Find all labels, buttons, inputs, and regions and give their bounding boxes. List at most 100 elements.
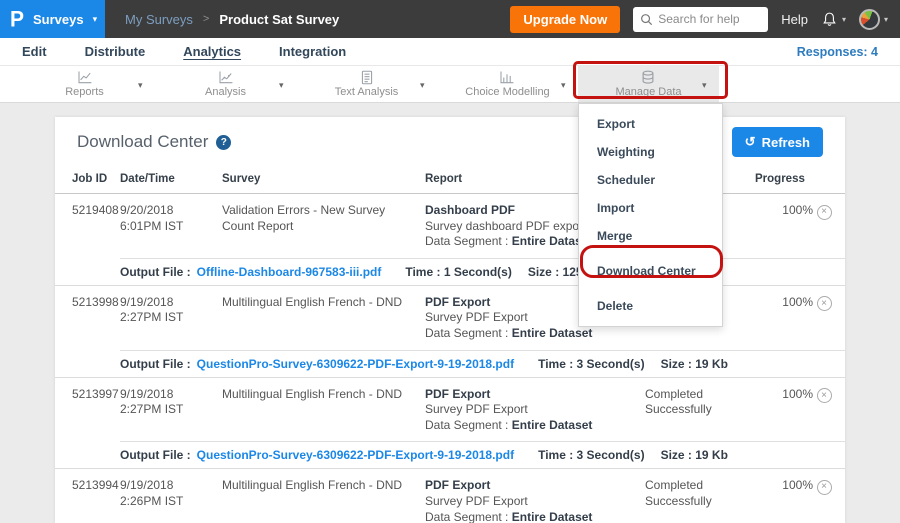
cancel-job-icon[interactable]: × [817, 480, 832, 495]
tab-edit[interactable]: Edit [22, 44, 47, 59]
job-report: PDF Export Survey PDF Export Data Segmen… [425, 478, 645, 523]
analysis-button[interactable]: Analysis ▾ [155, 66, 296, 102]
manage-data-button[interactable]: Manage Data ▾ [578, 66, 719, 102]
job-time: Time : 3 Second(s) [538, 357, 644, 371]
menu-item-import[interactable]: Import [579, 194, 722, 222]
chevron-down-icon[interactable]: ▾ [138, 80, 143, 91]
job-progress: 100% [755, 203, 813, 250]
breadcrumb: My Surveys > Product Sat Survey [125, 12, 339, 27]
job-id: 5219408 [72, 203, 120, 250]
chevron-down-icon[interactable]: ▾ [702, 80, 707, 91]
job-id: 5213998 [72, 295, 120, 342]
table-row: 5219408 9/20/2018 6:01PM IST Validation … [55, 194, 845, 286]
surveys-menu-button[interactable]: P Surveys ▾ [0, 0, 105, 38]
breadcrumb-separator: > [203, 13, 209, 25]
job-report: PDF Export Survey PDF Export Data Segmen… [425, 387, 645, 434]
search-input[interactable] [658, 12, 761, 26]
table-row: 5213994 9/19/2018 2:26PM IST Multilingua… [55, 469, 845, 523]
job-progress: 100% [755, 478, 813, 523]
header-actions: Upgrade Now Help ▾ ▾ [510, 6, 900, 33]
job-id: 5213994 [72, 478, 120, 523]
breadcrumb-my-surveys[interactable]: My Surveys [125, 12, 193, 27]
output-file-label: Output File : [120, 357, 191, 371]
page-title: Download Center [77, 132, 208, 152]
output-file-row: Output File : QuestionPro-Survey-6309622… [120, 350, 845, 377]
manage-data-dropdown: Export Weighting Scheduler Import Merge … [578, 103, 723, 327]
document-icon [360, 70, 374, 85]
job-date: 9/19/2018 2:27PM IST [120, 295, 222, 342]
refresh-icon: ↺ [745, 134, 756, 150]
app-window: P Surveys ▾ My Surveys > Product Sat Sur… [0, 0, 900, 523]
responses-count: Responses: 4 [797, 45, 878, 59]
reports-button[interactable]: Reports ▾ [14, 66, 155, 102]
table-row: 5213997 9/19/2018 2:27PM IST Multilingua… [55, 378, 845, 470]
tab-distribute[interactable]: Distribute [85, 44, 146, 59]
menu-item-delete[interactable]: Delete [579, 292, 722, 320]
refresh-button[interactable]: ↺ Refresh [732, 127, 823, 157]
output-file-row: Output File : Offline-Dashboard-967583-i… [120, 258, 845, 285]
menu-item-weighting[interactable]: Weighting [579, 138, 722, 166]
col-header-job-id: Job ID [72, 173, 120, 185]
output-file-link[interactable]: Offline-Dashboard-967583-iii.pdf [197, 265, 382, 279]
help-search[interactable] [633, 7, 768, 32]
job-survey: Multilingual English French - DND [222, 295, 425, 342]
account-menu-button[interactable]: ▾ [859, 9, 888, 30]
job-id: 5213997 [72, 387, 120, 434]
line-chart-icon [77, 70, 93, 85]
help-icon[interactable]: ? [216, 135, 231, 150]
table-row: 5213998 9/19/2018 2:27PM IST Multilingua… [55, 286, 845, 378]
menu-item-download-center[interactable]: Download Center [579, 257, 722, 285]
bar-chart-icon [499, 70, 515, 85]
job-time: Time : 3 Second(s) [538, 448, 644, 462]
cancel-job-icon[interactable]: × [817, 296, 832, 311]
menu-item-export[interactable]: Export [579, 110, 722, 138]
choice-modelling-button[interactable]: Choice Modelling ▾ [437, 66, 578, 102]
content-area: Download Center ? ↺ Refresh Job ID Date/… [0, 103, 900, 523]
breadcrumb-current-survey: Product Sat Survey [219, 12, 339, 27]
tab-integration[interactable]: Integration [279, 44, 346, 59]
job-date: 9/19/2018 2:26PM IST [120, 478, 222, 523]
job-survey: Validation Errors - New Survey Count Rep… [222, 203, 425, 250]
chevron-down-icon: ▾ [884, 15, 888, 24]
avatar [859, 9, 880, 30]
tab-analytics[interactable]: Analytics [183, 44, 241, 59]
job-date: 9/20/2018 6:01PM IST [120, 203, 222, 250]
job-survey: Multilingual English French - DND [222, 387, 425, 434]
col-header-progress: Progress [755, 173, 813, 185]
output-file-label: Output File : [120, 265, 191, 279]
analytics-toolbar: Reports ▾ Analysis ▾ Text Analysis ▾ [0, 65, 900, 103]
bell-icon [821, 11, 838, 28]
cancel-job-icon[interactable]: × [817, 388, 832, 403]
col-header-survey: Survey [222, 173, 425, 185]
output-file-row: Output File : QuestionPro-Survey-6309622… [120, 441, 845, 468]
chevron-down-icon: ▾ [93, 14, 98, 25]
job-status: Completed Successfully [645, 387, 755, 434]
search-icon [640, 13, 653, 26]
menu-item-scheduler[interactable]: Scheduler [579, 166, 722, 194]
table-header: Job ID Date/Time Survey Report Progress [55, 167, 845, 194]
chevron-down-icon[interactable]: ▾ [420, 80, 425, 91]
chevron-down-icon[interactable]: ▾ [279, 80, 284, 91]
notifications-button[interactable]: ▾ [821, 11, 846, 28]
surveys-menu-label: Surveys [33, 12, 84, 27]
job-survey: Multilingual English French - DND [222, 478, 425, 523]
output-file-link[interactable]: QuestionPro-Survey-6309622-PDF-Export-9-… [197, 448, 514, 462]
text-analysis-button[interactable]: Text Analysis ▾ [296, 66, 437, 102]
survey-nav: Edit Distribute Analytics Integration Re… [0, 38, 900, 65]
menu-item-merge[interactable]: Merge [579, 222, 722, 250]
chevron-down-icon[interactable]: ▾ [561, 80, 566, 91]
col-header-date: Date/Time [120, 173, 222, 185]
cancel-job-icon[interactable]: × [817, 205, 832, 220]
job-status: Completed Successfully [645, 478, 755, 523]
download-center-panel: Download Center ? ↺ Refresh Job ID Date/… [55, 117, 845, 523]
output-file-link[interactable]: QuestionPro-Survey-6309622-PDF-Export-9-… [197, 357, 514, 371]
questionpro-logo: P [10, 8, 24, 30]
database-icon [640, 70, 656, 85]
help-link[interactable]: Help [781, 12, 808, 27]
job-time: Time : 1 Second(s) [405, 265, 511, 279]
upgrade-now-button[interactable]: Upgrade Now [510, 6, 620, 33]
job-progress: 100% [755, 387, 813, 434]
top-header: P Surveys ▾ My Surveys > Product Sat Sur… [0, 0, 900, 38]
job-date: 9/19/2018 2:27PM IST [120, 387, 222, 434]
job-size: Size : 19 Kb [661, 357, 728, 371]
